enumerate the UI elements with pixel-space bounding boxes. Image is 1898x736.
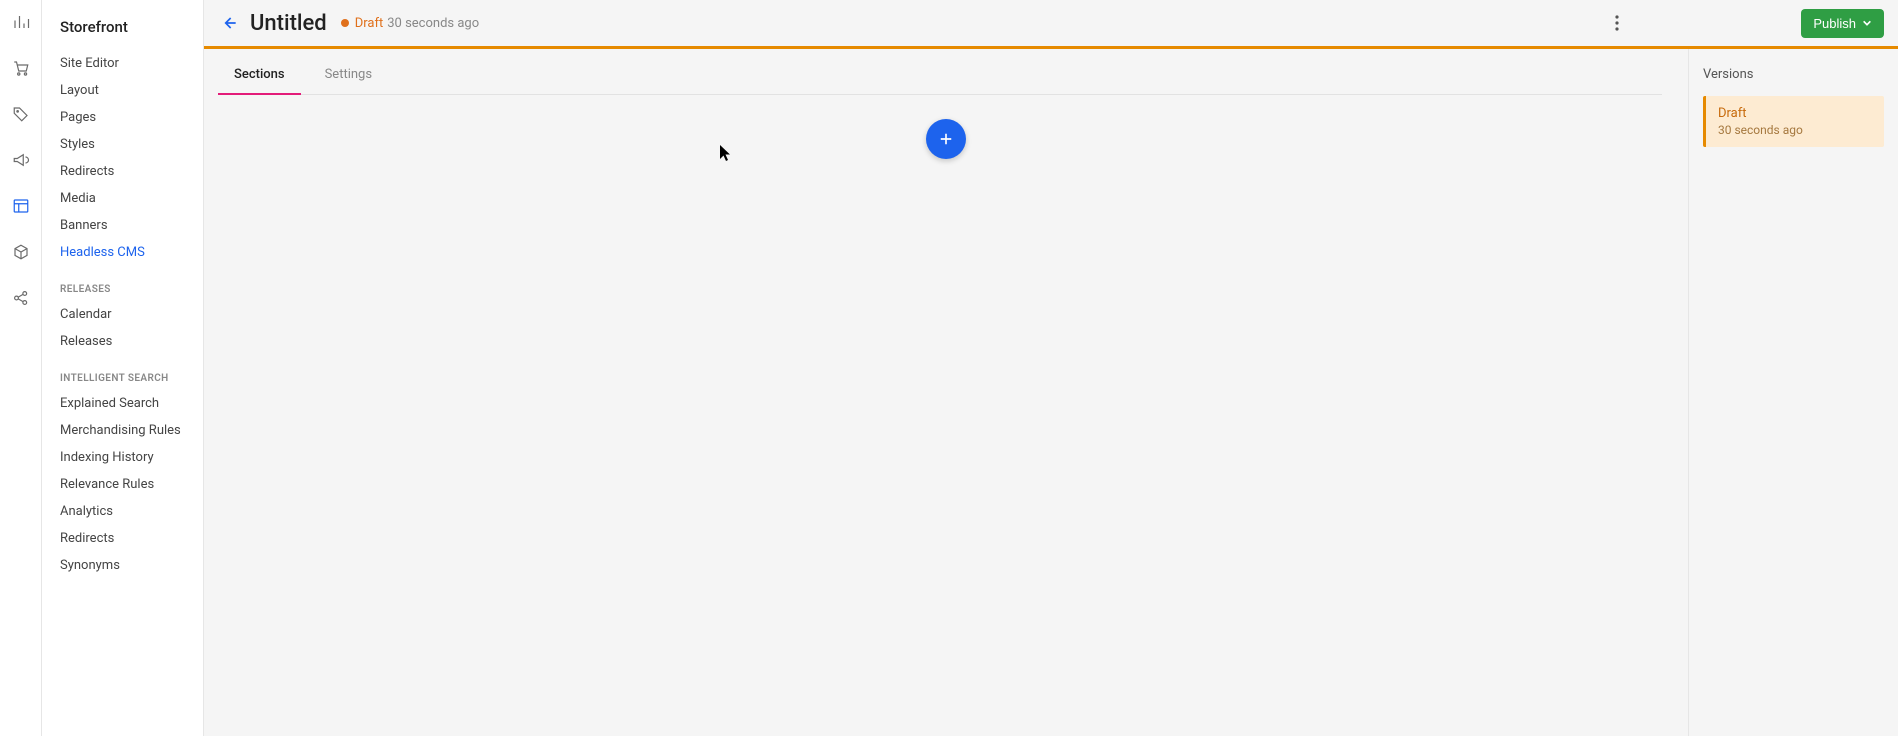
more-menu-button[interactable] [1603, 9, 1631, 37]
chevron-down-icon [1862, 18, 1872, 28]
tab-settings[interactable]: Settings [321, 67, 376, 94]
sidebar-item-pages[interactable]: Pages [42, 104, 203, 131]
megaphone-icon[interactable] [9, 148, 33, 172]
sidebar-item-analytics[interactable]: Analytics [42, 498, 203, 525]
publish-button[interactable]: Publish [1801, 9, 1884, 38]
sidebar-item-calendar[interactable]: Calendar [42, 301, 203, 328]
canvas [230, 95, 1662, 159]
cube-icon[interactable] [9, 240, 33, 264]
status-timestamp: 30 seconds ago [387, 16, 479, 31]
add-section-button[interactable] [926, 119, 966, 159]
editor-pane: Sections Settings [204, 49, 1688, 736]
sidebar-item-site-editor[interactable]: Site Editor [42, 50, 203, 77]
cart-icon[interactable] [9, 56, 33, 80]
sidebar-item-redirects[interactable]: Redirects [42, 158, 203, 185]
sidebar-title: Storefront [42, 18, 203, 50]
sidebar-item-indexing-history[interactable]: Indexing History [42, 444, 203, 471]
content-row: Sections Settings Versions Draft 30 seco… [204, 49, 1898, 736]
cursor-icon [720, 145, 732, 161]
versions-panel: Versions Draft 30 seconds ago [1688, 49, 1898, 736]
sidebar-item-relevance-rules[interactable]: Relevance Rules [42, 471, 203, 498]
version-time: 30 seconds ago [1718, 123, 1872, 137]
share-icon[interactable] [9, 286, 33, 310]
versions-title: Versions [1703, 67, 1884, 82]
chart-icon[interactable] [9, 10, 33, 34]
sidebar-item-styles[interactable]: Styles [42, 131, 203, 158]
version-status: Draft [1718, 106, 1872, 121]
icon-rail [0, 0, 42, 736]
page-title: Untitled [250, 11, 327, 36]
sidebar-item-banners[interactable]: Banners [42, 212, 203, 239]
tab-sections[interactable]: Sections [230, 67, 289, 94]
tabs: Sections Settings [230, 67, 1662, 95]
sidebar-heading-intelligent-search: INTELLIGENT SEARCH [42, 355, 203, 390]
sidebar-item-releases[interactable]: Releases [42, 328, 203, 355]
sidebar-item-headless-cms[interactable]: Headless CMS [42, 239, 203, 266]
sidebar-item-media[interactable]: Media [42, 185, 203, 212]
sidebar-item-redirects-search[interactable]: Redirects [42, 525, 203, 552]
sidebar-item-merchandising-rules[interactable]: Merchandising Rules [42, 417, 203, 444]
version-card[interactable]: Draft 30 seconds ago [1703, 96, 1884, 147]
status-dot-icon [341, 19, 349, 27]
layout-icon[interactable] [9, 194, 33, 218]
status-badge: Draft [355, 16, 384, 31]
sidebar-item-synonyms[interactable]: Synonyms [42, 552, 203, 579]
back-button[interactable] [214, 8, 244, 38]
publish-button-label: Publish [1813, 16, 1856, 31]
main-area: Untitled Draft 30 seconds ago Publish Se… [204, 0, 1898, 736]
sidebar-heading-releases: RELEASES [42, 266, 203, 301]
tag-icon[interactable] [9, 102, 33, 126]
plus-icon [937, 130, 955, 148]
sidebar-item-explained-search[interactable]: Explained Search [42, 390, 203, 417]
sidebar-item-layout[interactable]: Layout [42, 77, 203, 104]
topbar: Untitled Draft 30 seconds ago Publish [204, 0, 1898, 46]
sidebar: Storefront Site Editor Layout Pages Styl… [42, 0, 204, 736]
